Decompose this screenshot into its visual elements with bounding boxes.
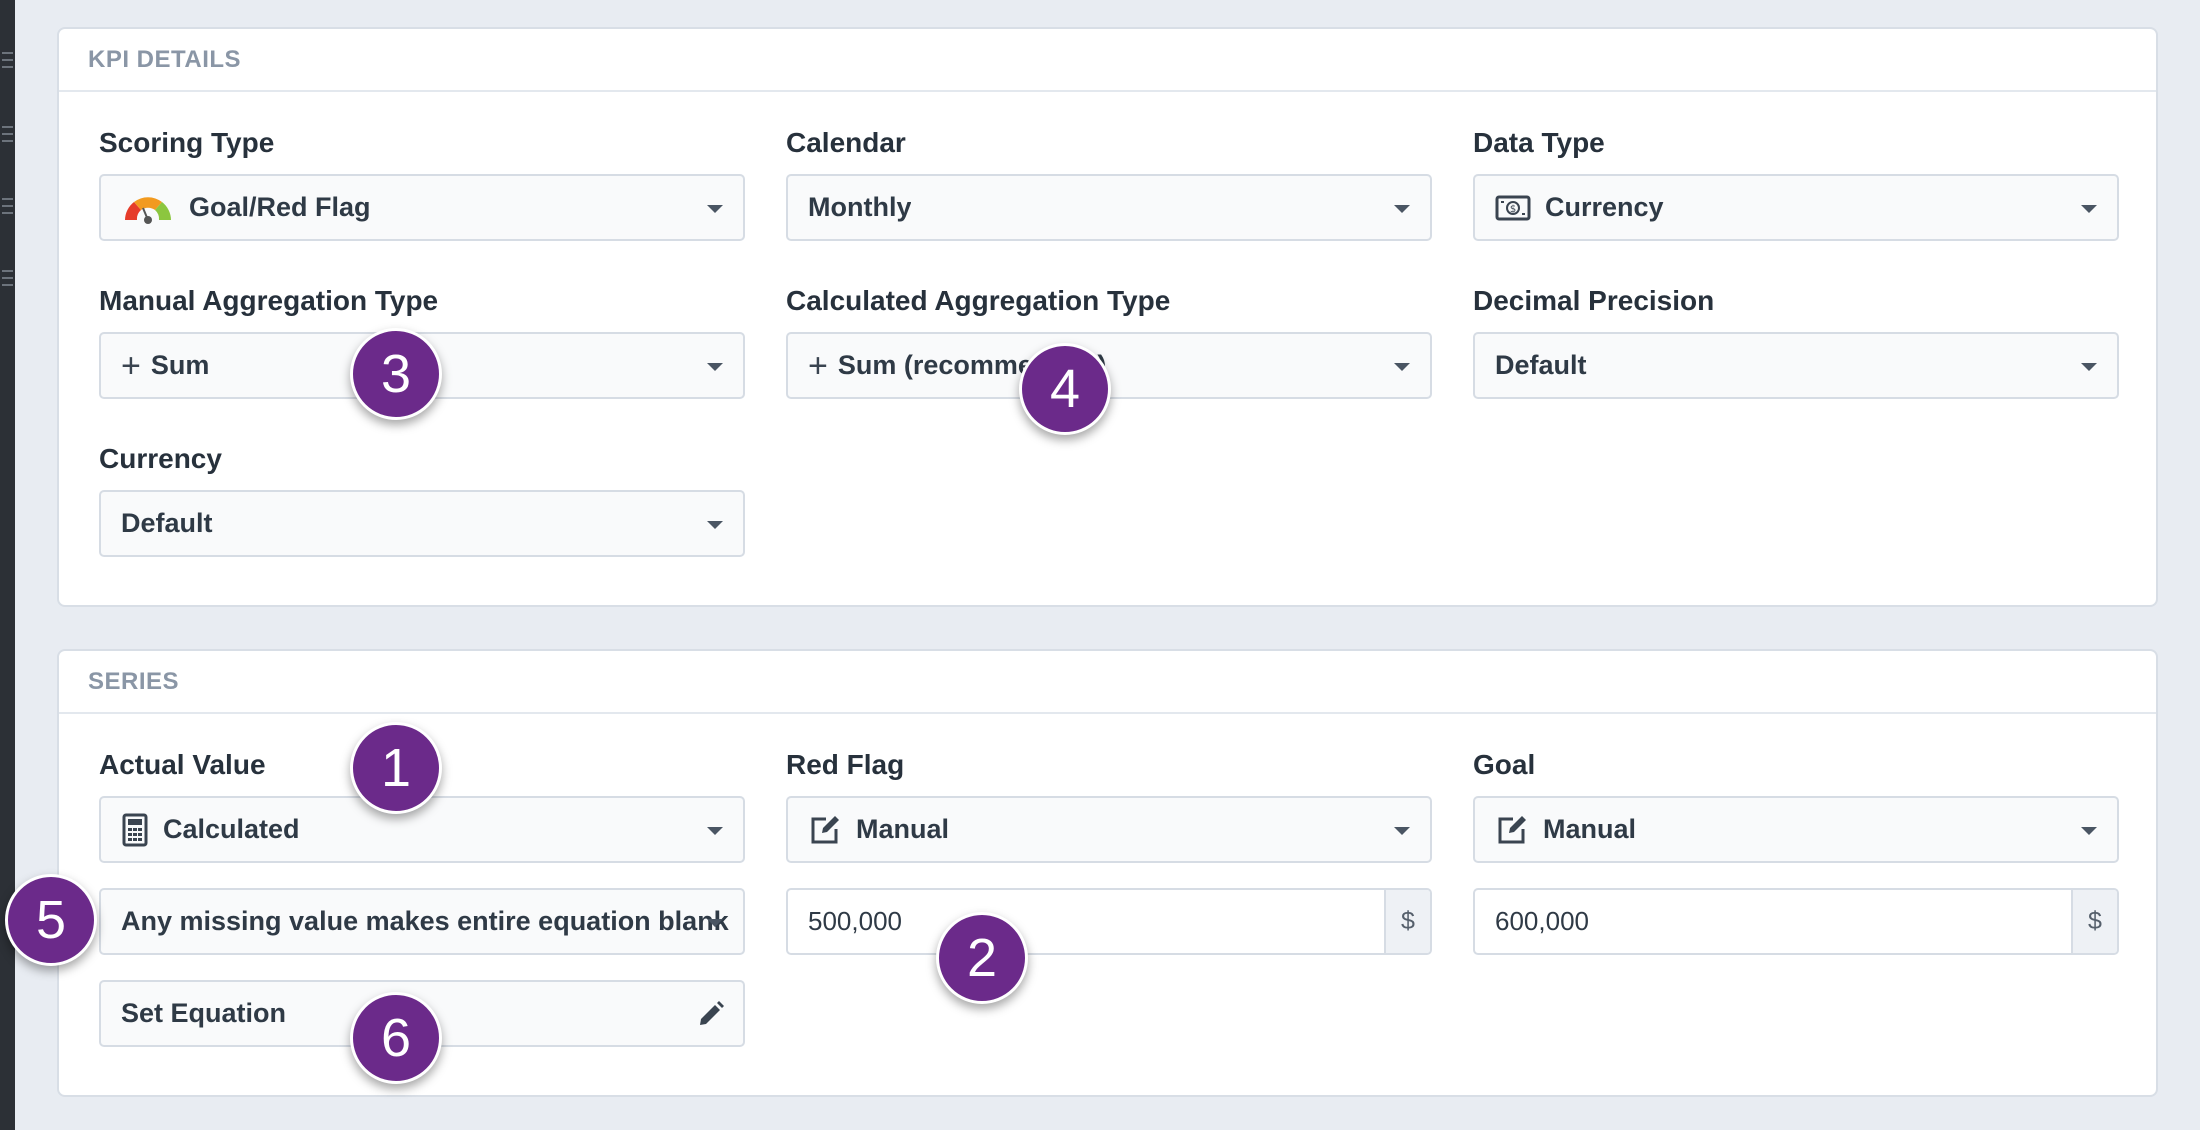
series-header: SERIES [59, 651, 2156, 714]
gauge-icon [121, 192, 175, 224]
goal-input[interactable]: 600,000 $ [1473, 888, 2119, 955]
actual-value-select[interactable]: Calculated [99, 796, 745, 863]
decimal-precision-value: Default [1495, 350, 1587, 380]
annotation-badge-2: 2 [936, 912, 1028, 1004]
chevron-down-icon [707, 363, 723, 371]
red-flag-select[interactable]: Manual [786, 796, 1432, 863]
series-title: SERIES [88, 667, 180, 695]
kpi-details-title: KPI DETAILS [88, 45, 242, 73]
currency-label: Currency [99, 443, 222, 474]
annotation-badge-6: 6 [350, 992, 442, 1084]
calculator-icon [121, 813, 149, 847]
scoring-type-value: Goal/Red Flag [189, 192, 371, 222]
plus-icon: + [121, 346, 141, 385]
data-type-select[interactable]: $ Currency [1473, 174, 2119, 241]
svg-text:$: $ [1510, 204, 1516, 215]
drag-handle-icon[interactable] [2, 52, 13, 68]
chevron-down-icon [707, 827, 723, 835]
red-flag-input[interactable]: 500,000 $ [786, 888, 1432, 955]
manual-aggregation-label: Manual Aggregation Type [99, 285, 439, 316]
data-type-value: Currency [1545, 192, 1664, 222]
decimal-precision-select[interactable]: Default [1473, 332, 2119, 399]
manual-aggregation-value: Sum [150, 350, 210, 380]
edit-icon [1495, 813, 1529, 847]
chevron-down-icon [707, 521, 723, 529]
missing-value-option-select[interactable]: Any missing value makes entire equation … [99, 888, 745, 955]
chevron-down-icon [2081, 205, 2097, 213]
chevron-down-icon [707, 205, 723, 213]
chevron-down-icon [2081, 827, 2097, 835]
red-flag-label: Red Flag [786, 749, 905, 780]
goal-label: Goal [1473, 749, 1536, 780]
drag-handle-icon[interactable] [2, 270, 13, 286]
actual-value-label: Actual Value [99, 749, 266, 780]
annotation-badge-5: 5 [5, 874, 97, 966]
chevron-down-icon [1394, 827, 1410, 835]
scoring-type-label: Scoring Type [99, 127, 275, 158]
drag-handle-icon[interactable] [2, 126, 13, 142]
decimal-precision-label: Decimal Precision [1473, 285, 1715, 316]
chevron-down-icon [707, 919, 723, 927]
missing-value-option-value: Any missing value makes entire equation … [121, 906, 729, 936]
plus-icon: + [808, 346, 828, 385]
dollar-addon: $ [2071, 890, 2117, 953]
currency-icon: $ [1495, 194, 1531, 222]
calendar-select[interactable]: Monthly [786, 174, 1432, 241]
drag-handle-icon[interactable] [2, 198, 13, 214]
red-flag-input-value[interactable]: 500,000 [808, 906, 902, 937]
currency-select[interactable]: Default [99, 490, 745, 557]
data-type-label: Data Type [1473, 127, 1605, 158]
annotation-badge-1: 1 [350, 722, 442, 814]
set-equation-label: Set Equation [121, 998, 287, 1028]
left-sidebar-strip [0, 0, 15, 1130]
annotation-badge-3: 3 [350, 328, 442, 420]
goal-select[interactable]: Manual [1473, 796, 2119, 863]
scoring-type-select[interactable]: Goal/Red Flag [99, 174, 745, 241]
calendar-label: Calendar [786, 127, 906, 158]
red-flag-value: Manual [856, 814, 950, 844]
goal-value: Manual [1543, 814, 1637, 844]
dollar-addon: $ [1384, 890, 1430, 953]
actual-value-value: Calculated [163, 814, 300, 844]
pencil-icon[interactable] [697, 1000, 725, 1033]
calendar-value: Monthly [808, 192, 912, 222]
currency-value: Default [121, 508, 213, 538]
goal-input-value[interactable]: 600,000 [1495, 906, 1589, 937]
chevron-down-icon [1394, 205, 1410, 213]
edit-icon [808, 813, 842, 847]
kpi-details-panel: KPI DETAILS Scoring Type Goal/Red Flag C… [57, 27, 2158, 607]
annotation-badge-4: 4 [1019, 343, 1111, 435]
chevron-down-icon [1394, 363, 1410, 371]
chevron-down-icon [2081, 363, 2097, 371]
kpi-details-header: KPI DETAILS [59, 29, 2156, 92]
calculated-aggregation-label: Calculated Aggregation Type [786, 285, 1171, 316]
